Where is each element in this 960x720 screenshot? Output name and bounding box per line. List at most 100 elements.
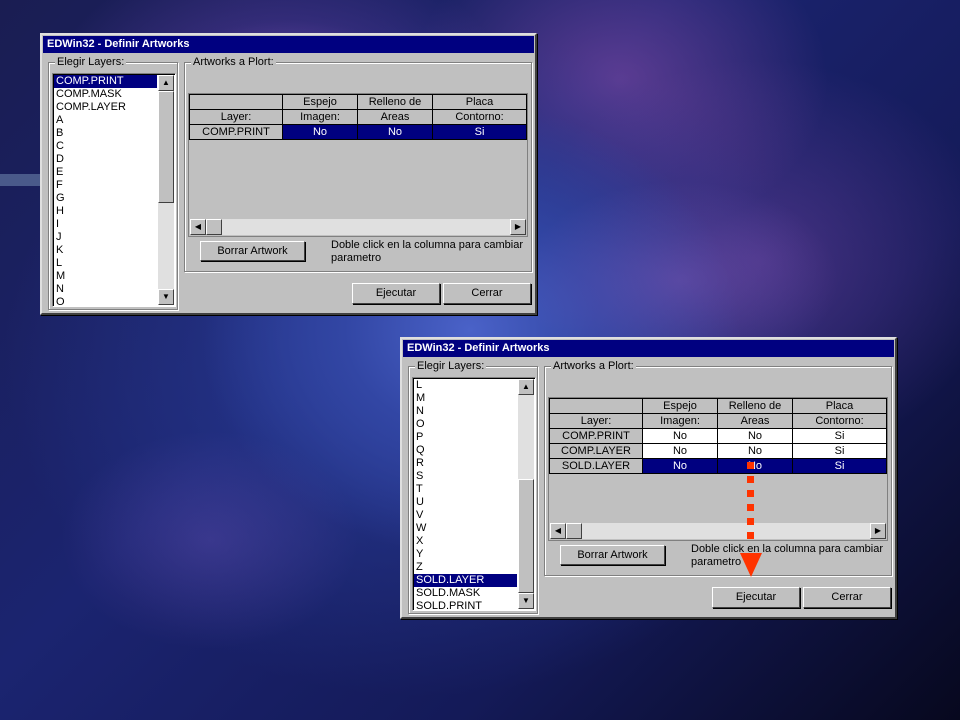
layer-list-item[interactable]: Z <box>414 561 517 574</box>
layer-list-item[interactable]: S <box>414 470 517 483</box>
layer-list-item[interactable]: T <box>414 483 517 496</box>
borrar-artwork-button[interactable]: Borrar Artwork <box>560 545 665 565</box>
layer-list-item[interactable]: A <box>54 114 157 127</box>
background-swirl <box>60 430 360 650</box>
cell-relleno[interactable]: No <box>357 124 433 140</box>
cell-placa[interactable]: Si <box>792 443 887 459</box>
hint-line-2: parametro <box>691 556 742 568</box>
layer-list-item[interactable]: R <box>414 457 517 470</box>
layers-vertical-scrollbar[interactable]: ▲ ▼ <box>158 75 174 305</box>
column-header: Contorno: <box>432 109 527 125</box>
artworks-grid[interactable]: Espejo Relleno de Placa Layer: Imagen: Areas C… <box>548 397 888 541</box>
column-header: Contorno: <box>792 413 887 429</box>
layer-list-item[interactable]: SOLD.LAYER <box>414 574 517 587</box>
layer-list-item[interactable]: X <box>414 535 517 548</box>
header-row-2: Layer: Imagen: Areas Contorno: <box>549 413 887 429</box>
scroll-left-icon[interactable]: ◀ <box>550 523 566 539</box>
scroll-thumb[interactable] <box>566 523 582 539</box>
column-header: Espejo <box>642 398 718 414</box>
layer-list-item[interactable]: Y <box>414 548 517 561</box>
cell-relleno[interactable]: No <box>717 428 793 444</box>
column-header: Layer: <box>189 109 283 125</box>
cell-relleno[interactable]: No <box>717 458 793 474</box>
layer-list-item[interactable]: U <box>414 496 517 509</box>
table-row[interactable]: COMP.PRINT No No Si <box>189 124 527 140</box>
cell-relleno[interactable]: No <box>717 443 793 459</box>
cell-placa[interactable]: Si <box>792 428 887 444</box>
cerrar-button[interactable]: Cerrar <box>803 587 891 608</box>
layer-list-item[interactable]: B <box>54 127 157 140</box>
column-header: Layer: <box>549 413 643 429</box>
scroll-down-icon[interactable]: ▼ <box>518 593 534 609</box>
grid-horizontal-scrollbar[interactable]: ◀ ▶ <box>190 219 526 235</box>
borrar-artwork-button[interactable]: Borrar Artwork <box>200 241 305 261</box>
scroll-thumb[interactable] <box>158 91 174 203</box>
cell-espejo[interactable]: No <box>642 428 718 444</box>
slide-accent-bar <box>0 174 40 186</box>
layer-list-item[interactable]: K <box>54 244 157 257</box>
layer-list-item[interactable]: V <box>414 509 517 522</box>
row-layer-name: COMP.LAYER <box>549 443 643 459</box>
artworks-grid[interactable]: Espejo Relleno de Placa Layer: Imagen: Areas C… <box>188 93 528 237</box>
cell-espejo[interactable]: No <box>282 124 358 140</box>
layer-list-item[interactable]: N <box>54 283 157 296</box>
layer-list-item[interactable]: I <box>54 218 157 231</box>
annotation-arrow-shaft <box>747 462 755 562</box>
scroll-up-icon[interactable]: ▲ <box>518 379 534 395</box>
artworks-group-label: Artworks a Plort: <box>191 55 276 69</box>
ejecutar-button[interactable]: Ejecutar <box>712 587 800 608</box>
column-header: Imagen: <box>642 413 718 429</box>
artworks-table[interactable]: Espejo Relleno de Placa Layer: Imagen: Areas C… <box>189 94 527 140</box>
scroll-left-icon[interactable]: ◀ <box>190 219 206 235</box>
window-title: EDWin32 - Definir Artworks <box>403 340 894 357</box>
table-row[interactable]: COMP.LAYER No No Si <box>549 443 887 459</box>
ejecutar-button[interactable]: Ejecutar <box>352 283 440 304</box>
layer-list-item[interactable]: E <box>54 166 157 179</box>
cell-espejo[interactable]: No <box>642 458 718 474</box>
grid-horizontal-scrollbar[interactable]: ◀ ▶ <box>550 523 886 539</box>
cell-espejo[interactable]: No <box>642 443 718 459</box>
header-row-1: Espejo Relleno de Placa <box>549 398 887 414</box>
layer-list-item[interactable]: F <box>54 179 157 192</box>
layer-list-item[interactable]: COMP.PRINT <box>54 75 157 88</box>
layer-list-item[interactable]: M <box>54 270 157 283</box>
table-row[interactable]: COMP.PRINT No No Si <box>549 428 887 444</box>
artworks-table[interactable]: Espejo Relleno de Placa Layer: Imagen: Areas C… <box>549 398 887 474</box>
layer-list-item[interactable]: M <box>414 392 517 405</box>
layer-list-item[interactable]: SOLD.MASK <box>414 587 517 600</box>
artworks-group: Artworks a Plort: Espejo Relleno de Placa L… <box>184 55 532 272</box>
hint-text: Doble click en la columna para cambiar p… <box>331 239 523 265</box>
table-row[interactable]: SOLD.LAYER No No Si <box>549 458 887 474</box>
layer-list-item[interactable]: O <box>414 418 517 431</box>
layer-list-item[interactable]: L <box>54 257 157 270</box>
layers-vertical-scrollbar[interactable]: ▲ ▼ <box>518 379 534 609</box>
cerrar-button[interactable]: Cerrar <box>443 283 531 304</box>
scroll-right-icon[interactable]: ▶ <box>510 219 526 235</box>
cell-placa[interactable]: Si <box>792 458 887 474</box>
scroll-thumb[interactable] <box>206 219 222 235</box>
layer-list-item[interactable]: H <box>54 205 157 218</box>
layer-list-item[interactable]: P <box>414 431 517 444</box>
layer-list-item[interactable]: C <box>54 140 157 153</box>
hint-line-1: Doble click en la columna para cambiar <box>691 543 883 555</box>
cell-placa[interactable]: Si <box>432 124 527 140</box>
scroll-thumb[interactable] <box>518 479 534 593</box>
layer-list-item[interactable]: Q <box>414 444 517 457</box>
layer-list-item[interactable]: G <box>54 192 157 205</box>
scroll-down-icon[interactable]: ▼ <box>158 289 174 305</box>
layer-list-item[interactable]: COMP.LAYER <box>54 101 157 114</box>
layers-listbox[interactable]: COMP.PRINT COMP.MASK COMP.LAYER A B C D E F G H I J K… <box>52 73 176 307</box>
layer-list-item[interactable]: L <box>414 379 517 392</box>
scroll-right-icon[interactable]: ▶ <box>870 523 886 539</box>
scroll-up-icon[interactable]: ▲ <box>158 75 174 91</box>
artworks-group: Artworks a Plort: Espejo Relleno de Placa L… <box>544 359 892 576</box>
layer-list-item[interactable]: COMP.MASK <box>54 88 157 101</box>
layer-list-item[interactable]: SOLD.PRINT <box>414 600 517 610</box>
layer-list-item[interactable]: N <box>414 405 517 418</box>
layer-list-item[interactable]: D <box>54 153 157 166</box>
layers-listbox[interactable]: L M N O P Q R S T U V W X Y Z SOLD.LAYER SOLD.MASK SOLD.P… <box>412 377 536 611</box>
layer-list-item[interactable]: J <box>54 231 157 244</box>
layer-list-item[interactable]: O <box>54 296 157 306</box>
layer-list-item[interactable]: W <box>414 522 517 535</box>
row-layer-name: COMP.PRINT <box>189 124 283 140</box>
